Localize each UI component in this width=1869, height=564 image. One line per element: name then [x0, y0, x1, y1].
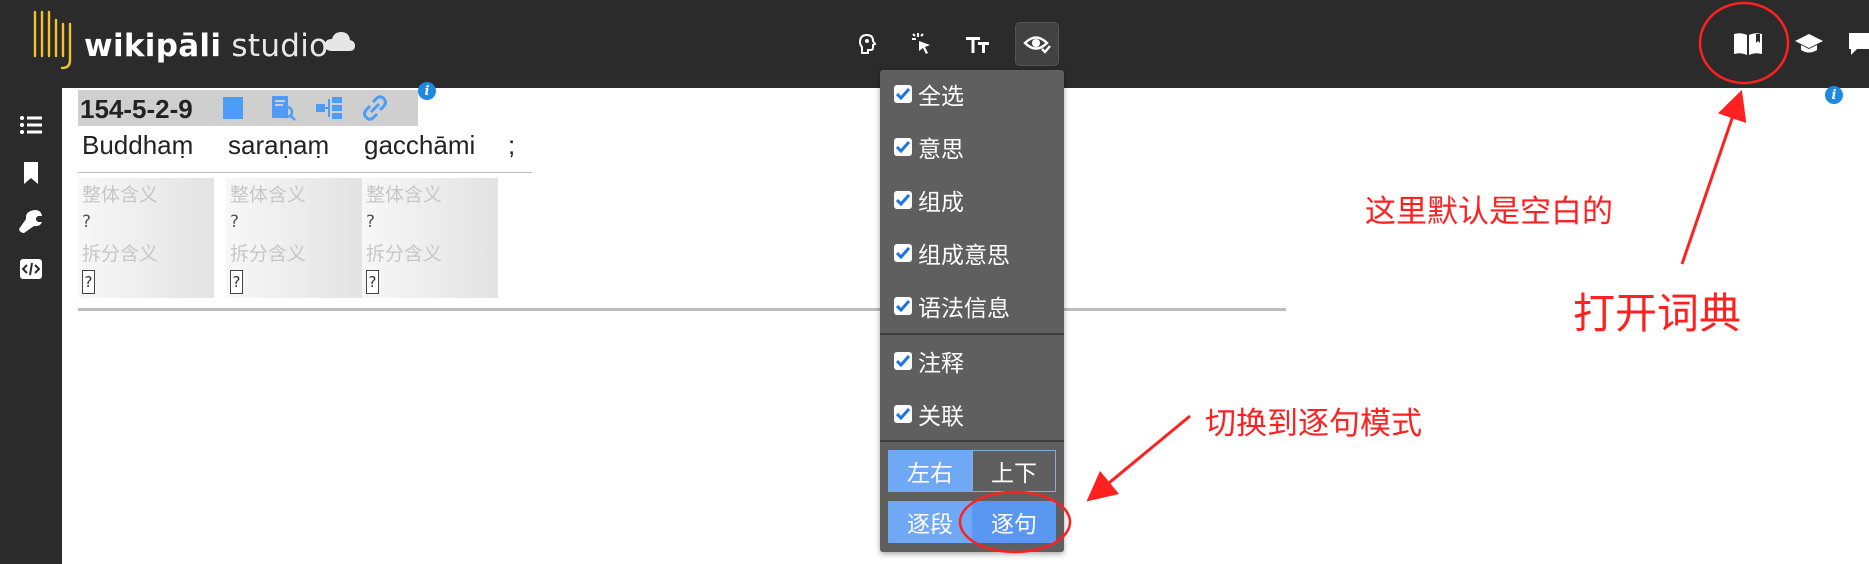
factors-value: ? — [82, 212, 92, 232]
eye-view-icon[interactable] — [1015, 22, 1059, 66]
list-icon[interactable] — [16, 110, 46, 140]
copy-icon[interactable] — [218, 94, 248, 122]
wrench-icon[interactable] — [16, 206, 46, 236]
word-card[interactable]: 整体含义 ? 拆分含义 ? — [226, 178, 362, 298]
checkbox-checked-icon[interactable] — [894, 352, 912, 370]
graduation-cap-icon[interactable] — [1789, 26, 1829, 62]
split-meaning-placeholder[interactable]: 拆分含义 — [230, 239, 306, 266]
split-meaning-placeholder[interactable]: 拆分含义 — [366, 239, 442, 266]
logo-mark-icon — [33, 10, 72, 70]
option-composition[interactable]: 组成 — [894, 182, 964, 218]
meaning-placeholder[interactable]: 整体含义 — [366, 180, 442, 207]
pali-word[interactable]: Buddhaṃ — [82, 130, 193, 161]
layout-left-right-button[interactable]: 左右 — [888, 450, 972, 492]
mode-sentence-button[interactable]: 逐句 — [972, 501, 1056, 543]
option-label: 关联 — [918, 404, 964, 430]
option-label: 组成意思 — [918, 243, 1010, 269]
info-icon[interactable]: i — [418, 82, 436, 100]
left-sidebar — [0, 88, 62, 564]
brain-hint-icon[interactable] — [845, 22, 889, 66]
text-size-icon[interactable] — [956, 22, 1000, 66]
option-label: 组成 — [918, 190, 964, 216]
sentence-id-bar: 154-5-2-9 — [78, 90, 418, 126]
annotation-arrow-mode — [1086, 414, 1191, 502]
meaning-placeholder[interactable]: 整体含义 — [230, 180, 306, 207]
split-meaning-placeholder[interactable]: 拆分含义 — [82, 239, 158, 266]
factors-value: ? — [230, 212, 240, 232]
open-book-icon[interactable] — [1728, 26, 1768, 62]
pointer-click-icon[interactable] — [900, 22, 944, 66]
option-grammar-info[interactable]: 语法信息 — [894, 288, 1010, 324]
checkbox-checked-icon[interactable] — [894, 138, 912, 156]
link-icon[interactable] — [360, 94, 390, 122]
info-icon-right[interactable]: i — [1825, 86, 1843, 104]
checkbox-checked-icon[interactable] — [894, 405, 912, 423]
chat-icon[interactable] — [1842, 26, 1869, 62]
factors-value: ? — [366, 212, 376, 232]
annotation-open-dict: 打开词典 — [1573, 289, 1742, 338]
option-composition-meaning[interactable]: 组成意思 — [894, 235, 1010, 271]
option-select-all[interactable]: 全选 — [894, 76, 964, 112]
annotation-switch-mode: 切换到逐句模式 — [1205, 406, 1422, 442]
cloud-icon[interactable] — [324, 30, 356, 56]
sentence-id[interactable]: 154-5-2-9 — [80, 94, 193, 125]
pali-word[interactable]: saraṇaṃ — [228, 130, 329, 161]
grammar-box[interactable]: ? — [82, 270, 95, 294]
option-meaning[interactable]: 意思 — [894, 129, 964, 165]
option-label: 意思 — [918, 137, 964, 163]
search-doc-icon[interactable] — [268, 94, 298, 122]
pali-punct: ; — [508, 130, 516, 160]
meaning-placeholder[interactable]: 整体含义 — [82, 180, 158, 207]
option-label: 语法信息 — [918, 296, 1010, 322]
option-label: 全选 — [918, 84, 964, 110]
layout-top-bottom-button[interactable]: 上下 — [972, 450, 1056, 492]
option-label: 注释 — [918, 351, 964, 377]
code-icon[interactable] — [16, 254, 46, 284]
checkbox-checked-icon[interactable] — [894, 244, 912, 262]
grammar-box[interactable]: ? — [366, 270, 379, 294]
checkbox-checked-icon[interactable] — [894, 191, 912, 209]
option-relations[interactable]: 关联 — [894, 396, 964, 432]
app-title: wikipāli studio — [84, 28, 329, 64]
bookmark-icon[interactable] — [16, 158, 46, 188]
grammar-box[interactable]: ? — [230, 270, 243, 294]
tree-structure-icon[interactable] — [314, 94, 344, 122]
pali-divider — [78, 172, 532, 173]
view-options-dropdown: 全选 意思 组成 组成意思 语法信息 注释 关联 左右 上下 逐段 逐句 — [880, 70, 1064, 552]
sentence-divider — [78, 308, 1286, 311]
mode-paragraph-button[interactable]: 逐段 — [888, 501, 972, 543]
annotation-arrow-dict — [1680, 89, 1747, 265]
menu-divider — [880, 333, 1064, 335]
pali-word[interactable]: gacchāmi — [364, 130, 475, 161]
word-card[interactable]: 整体含义 ? 拆分含义 ? — [78, 178, 214, 298]
checkbox-checked-icon[interactable] — [894, 85, 912, 103]
menu-divider — [880, 440, 1064, 442]
checkbox-checked-icon[interactable] — [894, 297, 912, 315]
word-card[interactable]: 整体含义 ? 拆分含义 ? — [362, 178, 498, 298]
annotation-empty-default: 这里默认是空白的 — [1365, 194, 1613, 230]
option-notes[interactable]: 注释 — [894, 343, 964, 379]
